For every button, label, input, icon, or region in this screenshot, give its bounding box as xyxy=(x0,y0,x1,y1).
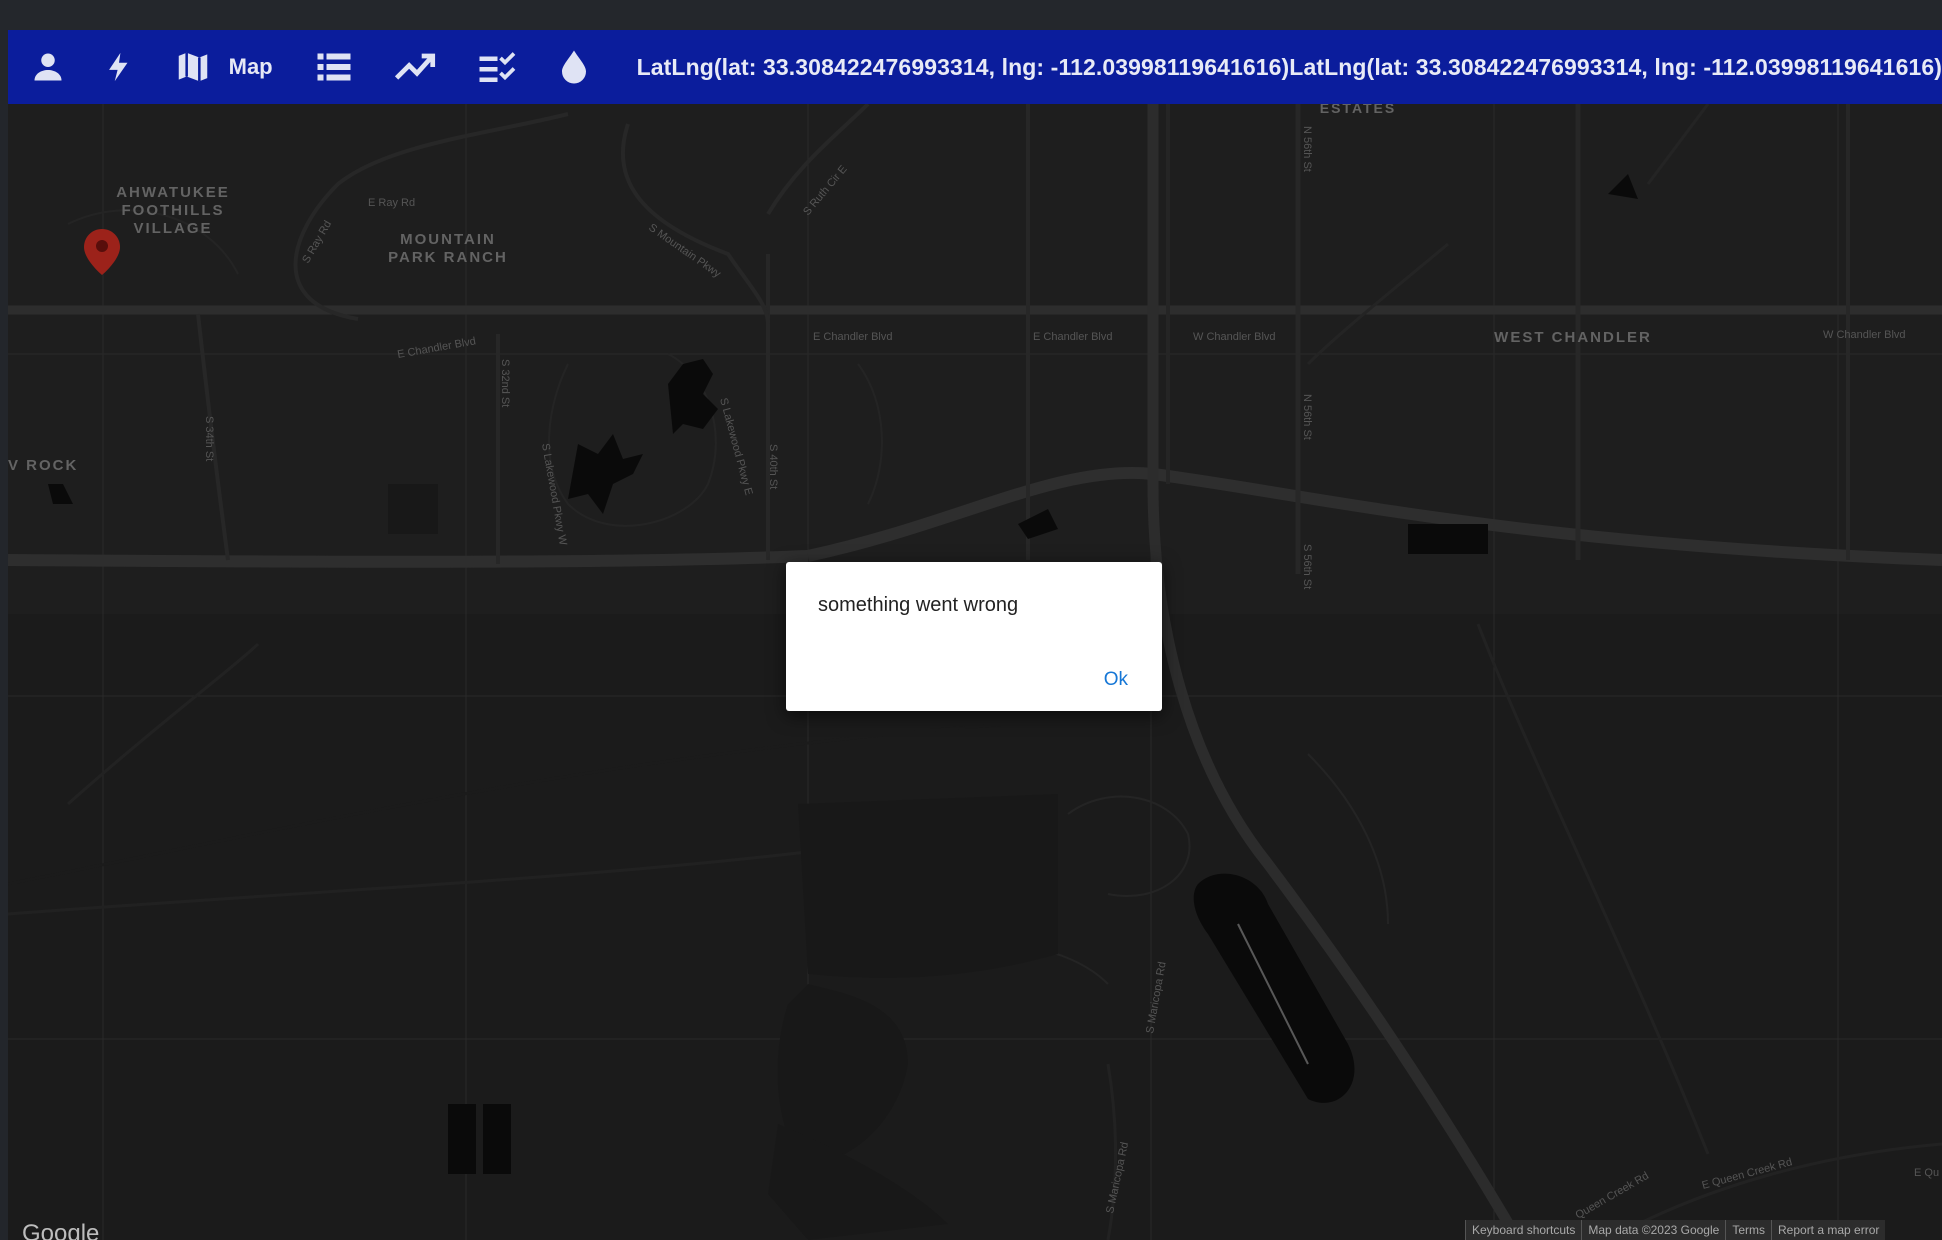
list-icon[interactable] xyxy=(299,30,371,104)
user-icon[interactable] xyxy=(14,30,82,104)
street-label-e-chandler-2: E Chandler Blvd xyxy=(813,331,893,343)
place-label-ahwatukee-3: VILLAGE xyxy=(133,220,212,237)
place-label-west-chandler: WEST CHANDLER xyxy=(1494,329,1652,346)
street-label-e-qu: E Qu xyxy=(1914,1167,1939,1179)
place-label-mountain-1: MOUNTAIN xyxy=(400,231,496,248)
terms-link[interactable]: Terms xyxy=(1725,1220,1771,1240)
checklist-icon[interactable] xyxy=(464,30,536,104)
coordinates-readout: LatLng(lat: 33.308422476993314, lng: -11… xyxy=(636,53,1942,80)
top-toolbar: Map LatLng(lat: 33.308422476993314, lng:… xyxy=(8,30,1942,104)
street-label-s-32nd: S 32nd St xyxy=(499,359,511,407)
street-label-s-34th: S 34th St xyxy=(203,416,215,461)
dialog-message: something went wrong xyxy=(818,594,1019,616)
report-map-error-link[interactable]: Report a map error xyxy=(1771,1220,1886,1240)
google-logo: Google xyxy=(22,1220,100,1240)
map-attribution: Keyboard shortcuts Map data ©2023 Google… xyxy=(1465,1220,1886,1240)
street-label-s-40th: S 40th St xyxy=(767,444,779,489)
place-label-ahwatukee-1: AHWATUKEE xyxy=(116,184,230,201)
app-frame: Map LatLng(lat: 33.308422476993314, lng:… xyxy=(8,30,1942,1240)
map-data-text: Map data ©2023 Google xyxy=(1581,1220,1726,1240)
alert-dialog: something went wrong Ok xyxy=(786,562,1162,711)
keyboard-shortcuts-link[interactable]: Keyboard shortcuts xyxy=(1465,1220,1582,1240)
water-drop-icon[interactable] xyxy=(535,30,613,104)
ok-button[interactable]: Ok xyxy=(1100,667,1132,693)
place-label-mountain-2: PARK RANCH xyxy=(388,249,508,266)
map-icon[interactable] xyxy=(157,30,229,104)
bolt-icon[interactable] xyxy=(82,30,158,104)
street-label-s-56th: S 56th St xyxy=(1301,544,1313,589)
street-label-n-56th: N 56th St xyxy=(1301,126,1313,172)
street-label-w-chandler-2: W Chandler Blvd xyxy=(1823,329,1906,341)
place-label-ahwatukee-2: FOOTHILLS xyxy=(122,202,225,219)
street-label-e-chandler-3: E Chandler Blvd xyxy=(1033,331,1113,343)
street-label-n-56th-2: N 56th St xyxy=(1301,394,1313,440)
browser-top-strip xyxy=(0,0,1942,30)
trending-up-icon[interactable] xyxy=(370,30,463,104)
street-label-w-chandler-1: W Chandler Blvd xyxy=(1193,331,1276,343)
place-label-rock: V ROCK xyxy=(8,457,78,474)
street-label-e-ray-rd: E Ray Rd xyxy=(368,197,415,209)
place-label-estates: ESTATES xyxy=(1320,104,1397,116)
map-label[interactable]: Map xyxy=(229,54,299,80)
